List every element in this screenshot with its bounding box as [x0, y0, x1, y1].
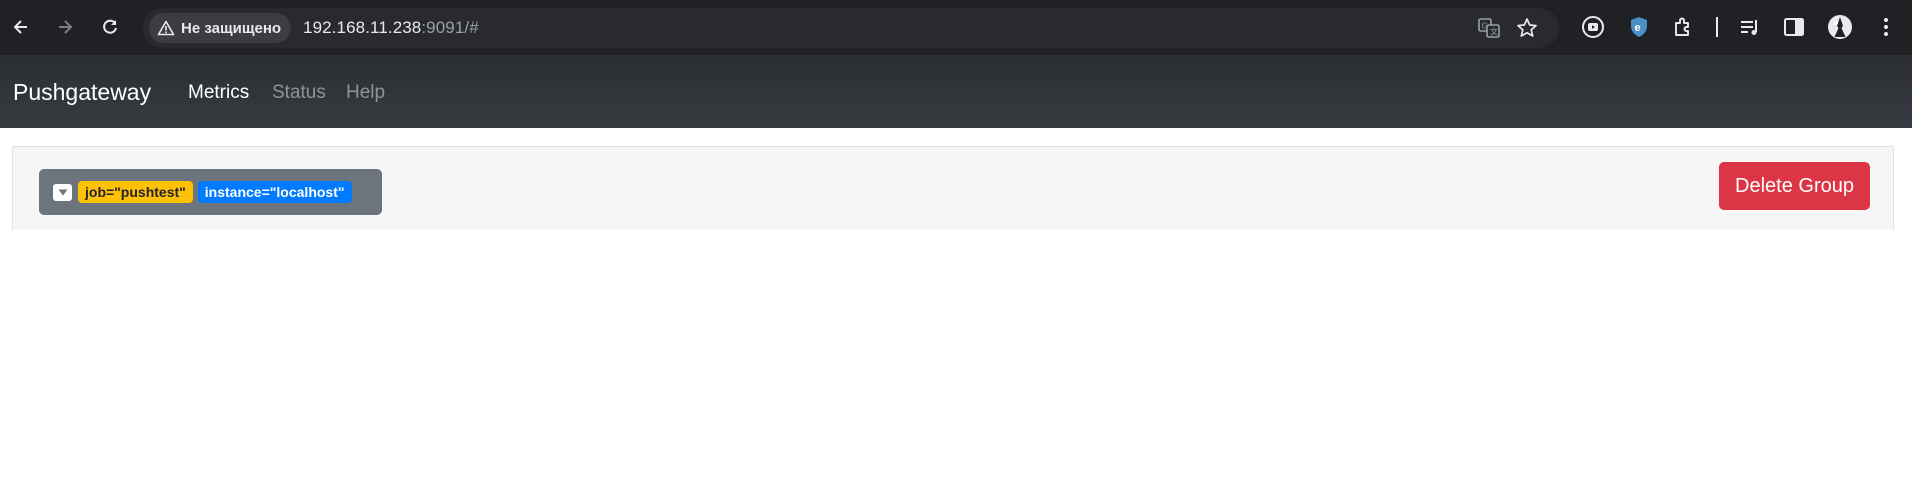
- nav-metrics[interactable]: Metrics: [188, 82, 249, 104]
- metric-group-panel: job="pushtest" instance="localhost" Dele…: [12, 146, 1894, 230]
- media-queue-icon[interactable]: [1737, 14, 1763, 40]
- url-path: :9091/#: [421, 18, 479, 37]
- forward-icon[interactable]: [50, 12, 80, 42]
- instance-label-badge: instance="localhost": [197, 181, 352, 203]
- extensions-icon[interactable]: [1670, 14, 1696, 40]
- group-toggle-button[interactable]: job="pushtest" instance="localhost": [39, 169, 382, 215]
- menu-icon[interactable]: [1873, 14, 1899, 40]
- toolbar-separator: [1716, 17, 1718, 37]
- shield-extension-icon[interactable]: e: [1626, 14, 1652, 40]
- address-bar[interactable]: Не защищено 192.168.11.238:9091/# G文: [143, 8, 1559, 48]
- svg-text:G: G: [1482, 22, 1488, 31]
- delete-group-button[interactable]: Delete Group: [1719, 162, 1870, 210]
- url-host: 192.168.11.238: [303, 18, 422, 37]
- app-navbar: Pushgateway Metrics Status Help: [0, 55, 1912, 128]
- nav-status[interactable]: Status: [272, 82, 326, 104]
- brand-link[interactable]: Pushgateway: [13, 79, 151, 106]
- star-icon[interactable]: [1516, 17, 1538, 39]
- translate-icon[interactable]: G文: [1478, 17, 1500, 39]
- job-label-badge: job="pushtest": [78, 181, 193, 203]
- youtube-extension-icon[interactable]: [1580, 14, 1606, 40]
- warning-icon: [157, 20, 175, 36]
- back-icon[interactable]: [6, 12, 36, 42]
- url-text[interactable]: 192.168.11.238:9091/#: [303, 18, 479, 38]
- side-panel-icon[interactable]: [1781, 14, 1807, 40]
- chevron-down-icon: [53, 183, 72, 201]
- security-chip[interactable]: Не защищено: [149, 13, 292, 43]
- browser-toolbar: Не защищено 192.168.11.238:9091/# G文 e: [0, 0, 1912, 55]
- svg-text:文: 文: [1490, 27, 1498, 37]
- security-label: Не защищено: [181, 19, 282, 37]
- profile-avatar[interactable]: [1827, 14, 1853, 40]
- nav-help[interactable]: Help: [346, 82, 385, 104]
- svg-text:e: e: [1635, 22, 1641, 34]
- reload-icon[interactable]: [95, 12, 125, 42]
